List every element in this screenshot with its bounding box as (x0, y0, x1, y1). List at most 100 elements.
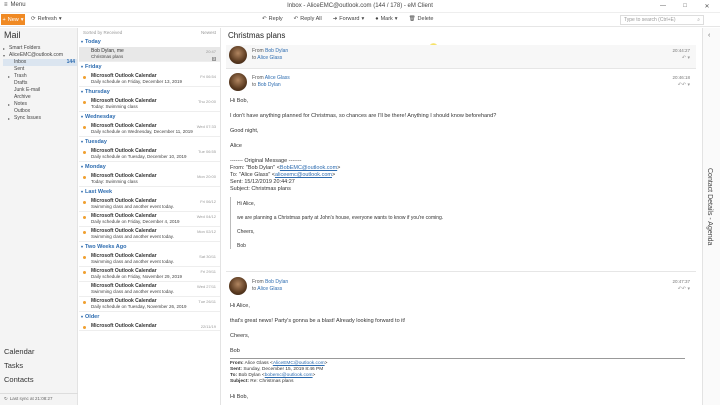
unread-dot-icon[interactable] (83, 326, 86, 329)
unread-dot-icon[interactable] (83, 101, 86, 104)
sort-label[interactable]: Sorted by Received (83, 30, 122, 35)
message-list-item[interactable]: Microsoft Outlook Calendar Daily schedule… (79, 122, 220, 137)
chevron-left-icon[interactable]: ‹ (708, 32, 710, 39)
message-group-header[interactable]: Monday (79, 162, 220, 172)
message-list-item[interactable]: Microsoft Outlook Calendar Daily schedule… (79, 147, 220, 162)
message-group-header[interactable]: Thursday (79, 87, 220, 97)
unread-dot-icon[interactable] (83, 76, 86, 79)
message-subject: Daily schedule on Tuesday, December 10, … (91, 154, 187, 159)
mark-button[interactable]: ● Mark ▾ (375, 16, 397, 22)
reply-button[interactable]: ↶ Reply (262, 16, 283, 22)
sidebar-folder[interactable]: Junk E-mail (3, 87, 77, 94)
window-title: Inbox - AliceEMC@outlook.com (144 / 178)… (287, 3, 433, 9)
to-line: to Alice Glass (252, 286, 282, 292)
message-group-header[interactable]: Last Week (79, 187, 220, 197)
reply-icon: ↶ (262, 16, 267, 22)
close-button[interactable]: ✕ (696, 0, 718, 12)
message-list-item[interactable]: Microsoft Outlook Calendar Daily schedule… (79, 267, 220, 282)
message-date: Mon 02/12 (197, 229, 216, 234)
sender-name[interactable]: Bob Dylan (265, 48, 288, 54)
delete-button[interactable]: 🗑 Delete (409, 16, 434, 22)
refresh-button[interactable]: ⟳ Refresh ▾ (31, 16, 62, 22)
minimize-button[interactable]: — (652, 0, 674, 12)
window-controls: — □ ✕ (652, 0, 718, 12)
unread-dot-icon[interactable] (83, 176, 86, 179)
message-list-item[interactable]: Bob Dylan, me Christmas plans 20:47 3 (79, 47, 220, 62)
order-label[interactable]: Newest (201, 30, 216, 35)
unread-dot-icon[interactable] (83, 151, 86, 154)
recipient-name[interactable]: Alice Glass (257, 55, 282, 61)
message-group-header[interactable]: Wednesday (79, 112, 220, 122)
message-list-item[interactable]: Microsoft Outlook Calendar Daily schedule… (79, 297, 220, 312)
message-list-item[interactable]: Microsoft Outlook Calendar Swimming class… (79, 282, 220, 297)
sidebar-folder[interactable]: Archive (3, 94, 77, 101)
delete-label: Delete (417, 16, 434, 22)
unread-dot-icon[interactable] (83, 231, 86, 234)
sidebar-folder[interactable]: Inbox 144 (3, 59, 77, 66)
message-date: Fri 06:54 (200, 74, 216, 79)
conversation-message-1[interactable]: From Bob Dylan to Alice Glass 20:44:27 ↶… (226, 45, 696, 69)
message-time: 20:47:37 (672, 279, 690, 284)
avatar (229, 46, 247, 64)
reply-icon[interactable]: ↶ ▾ (682, 55, 690, 61)
nav-contacts[interactable]: Contacts (0, 373, 78, 387)
plus-icon: + (2, 16, 6, 23)
sidebar-folder[interactable]: Sent (3, 66, 77, 73)
message-group-header[interactable]: Today (79, 37, 220, 47)
unread-dot-icon[interactable] (83, 256, 86, 259)
forward-button[interactable]: ➜ Forward ▾ (333, 16, 365, 22)
message-group-header[interactable]: Tuesday (79, 137, 220, 147)
reply-icon[interactable]: ↶↶ ▾ (678, 286, 690, 292)
unread-dot-icon[interactable] (83, 301, 86, 304)
sender-name[interactable]: Bob Dylan (265, 279, 288, 285)
message-group-header[interactable]: Two Weeks Ago (79, 242, 220, 252)
contact-details-agenda-tab[interactable]: Contact Details - Agenda (706, 168, 713, 245)
new-button[interactable]: + New ▾ (1, 14, 25, 25)
message-list-item[interactable]: Microsoft Outlook Calendar Daily schedule… (79, 72, 220, 87)
recipient-name[interactable]: Alice Glass (257, 286, 282, 292)
email-link[interactable]: BobEMC@outlook.com (280, 165, 337, 171)
sidebar-folder[interactable]: ▸ Notes (3, 101, 77, 108)
nav-tasks[interactable]: Tasks (0, 359, 78, 373)
folder-label: Sent (14, 66, 25, 72)
message-date: 20:47 (205, 49, 216, 54)
message-list-item[interactable]: Microsoft Outlook Calendar 22/11/19 (79, 322, 220, 331)
email-link[interactable]: bobemc@outlook.com (265, 373, 313, 378)
message-list-item[interactable]: Microsoft Outlook Calendar Swimming class… (79, 227, 220, 242)
message-group-header[interactable]: Older (79, 312, 220, 322)
sidebar-folder[interactable]: Drafts (3, 80, 77, 87)
reply-all-button[interactable]: ↶ Reply All (294, 16, 322, 22)
unread-dot-icon[interactable] (83, 126, 86, 129)
message-subject: Daily schedule on Wednesday, December 11… (91, 129, 193, 134)
sidebar-folder[interactable]: ▸ Sync Issues (3, 115, 77, 122)
nav-calendar[interactable]: Calendar (0, 345, 78, 359)
reply-icon[interactable]: ↶↶ ▾ (678, 82, 690, 88)
sidebar-folder[interactable]: ▾ AliceEMC@outlook.com (3, 52, 77, 59)
message-list-item[interactable]: Microsoft Outlook Calendar Swimming class… (79, 252, 220, 267)
mark-icon: ● (375, 16, 379, 22)
message-group-header[interactable]: Friday (79, 62, 220, 72)
sender-name[interactable]: Alice Glass (265, 75, 290, 81)
search-icon: ⌕ (697, 17, 700, 23)
search-input[interactable]: Type to search (Ctrl+E) ⌕ (620, 15, 704, 25)
message-list-item[interactable]: Microsoft Outlook Calendar Daily schedule… (79, 212, 220, 227)
message-list-item[interactable]: Microsoft Outlook Calendar Today: Swimmin… (79, 172, 220, 187)
forward-icon: ➜ (332, 16, 338, 22)
header-value: Alice Glass < (244, 361, 273, 366)
sidebar-folder[interactable]: ▸ Smart Folders (3, 45, 77, 52)
recipient-name[interactable]: Bob Dylan (258, 82, 281, 88)
message-list-item[interactable]: Microsoft Outlook Calendar Swimming class… (79, 197, 220, 212)
folder-label: Junk E-mail (14, 87, 41, 93)
from-prefix: From (252, 279, 264, 285)
unread-dot-icon[interactable] (83, 201, 86, 204)
email-link[interactable]: AliceEMC@outlook.com (273, 361, 325, 366)
sidebar-folder[interactable]: Outbox (3, 108, 77, 115)
email-link[interactable]: aliceemc@outlook.com (275, 172, 332, 178)
maximize-button[interactable]: □ (674, 0, 696, 12)
to-prefix: to (252, 286, 257, 292)
unread-dot-icon[interactable] (83, 216, 86, 219)
unread-dot-icon[interactable] (83, 271, 86, 274)
message-list-item[interactable]: Microsoft Outlook Calendar Today: Swimmin… (79, 97, 220, 112)
sidebar-folder[interactable]: ▸ Trash (3, 73, 77, 80)
original-to-label: To: "Alice Glass" < (230, 172, 276, 178)
